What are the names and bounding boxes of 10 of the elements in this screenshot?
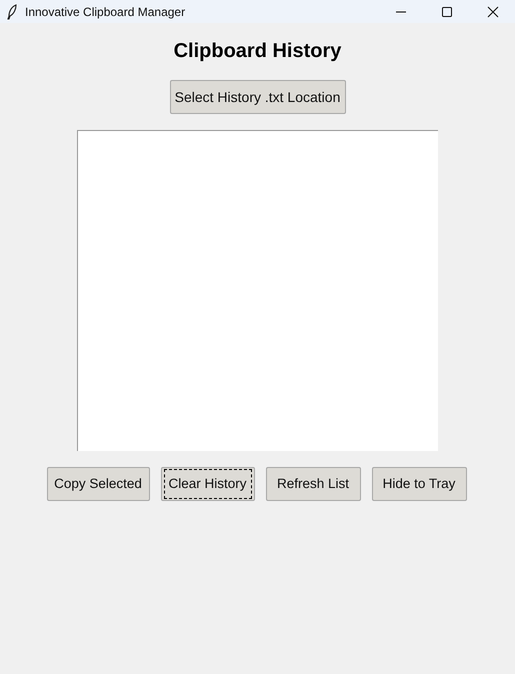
close-icon[interactable] [487,6,499,18]
action-button[interactable]: Refresh List [266,467,360,501]
action-button[interactable]: Copy Selected [46,467,150,501]
action-button[interactable]: Clear History [160,467,254,501]
heading: Clipboard History [174,39,342,63]
select-location-button[interactable]: Select History .txt Location [170,80,346,114]
maximize-icon[interactable] [441,6,453,18]
feather-icon [7,4,17,20]
window-title: Innovative Clipboard Manager [25,4,186,18]
action-button[interactable]: Hide to Tray [372,467,466,501]
